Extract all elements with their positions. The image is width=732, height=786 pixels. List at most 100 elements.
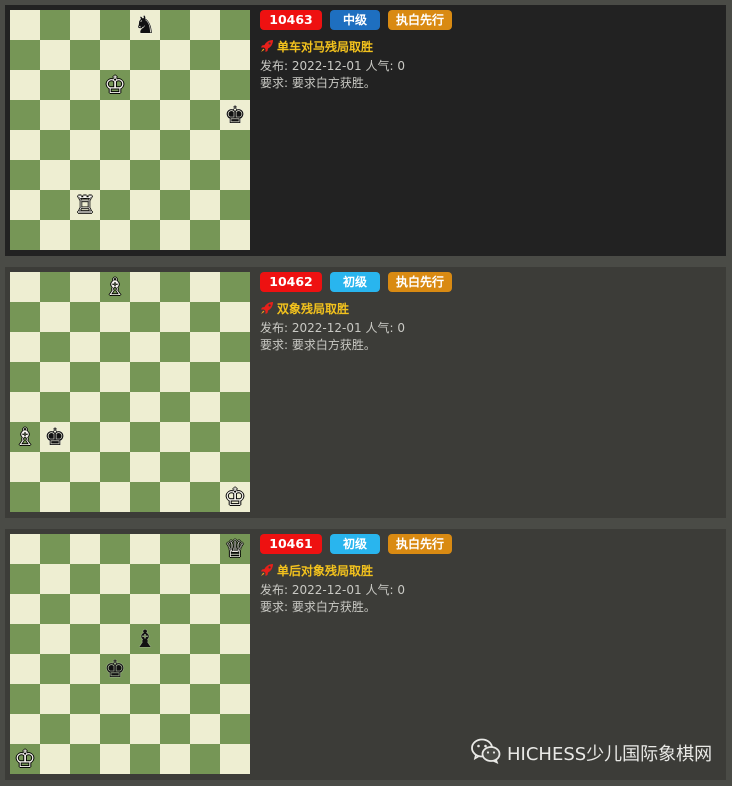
square-h8[interactable] <box>220 10 250 40</box>
square-e8[interactable] <box>130 534 160 564</box>
square-d2[interactable] <box>100 714 130 744</box>
square-g8[interactable] <box>190 10 220 40</box>
square-a5[interactable] <box>10 362 40 392</box>
square-e5[interactable] <box>130 100 160 130</box>
square-a8[interactable] <box>10 10 40 40</box>
square-g4[interactable] <box>190 392 220 422</box>
square-f3[interactable] <box>160 160 190 190</box>
puzzle-card[interactable]: ♞ ♔ ♚ ♖ 10463 中级 执白先行 单车对马残局取胜 发布: 2022-12-… <box>5 5 726 256</box>
square-g2[interactable] <box>190 714 220 744</box>
square-d2[interactable] <box>100 452 130 482</box>
square-e5[interactable] <box>130 362 160 392</box>
chess-board[interactable]: ♕ ♝ ♚ ♔ <box>10 534 250 774</box>
black-king-icon[interactable]: ♚ <box>220 100 250 130</box>
square-e7[interactable] <box>130 40 160 70</box>
square-f6[interactable] <box>160 70 190 100</box>
square-g1[interactable] <box>190 744 220 774</box>
square-c2[interactable] <box>70 452 100 482</box>
square-e6[interactable] <box>130 594 160 624</box>
square-c5[interactable] <box>70 100 100 130</box>
square-a6[interactable] <box>10 332 40 362</box>
square-g6[interactable] <box>190 70 220 100</box>
square-g6[interactable] <box>190 594 220 624</box>
square-c2[interactable] <box>70 714 100 744</box>
square-c4[interactable] <box>70 654 100 684</box>
square-g8[interactable] <box>190 272 220 302</box>
square-d5[interactable] <box>100 362 130 392</box>
square-g5[interactable] <box>190 362 220 392</box>
square-e4[interactable] <box>130 130 160 160</box>
square-c4[interactable] <box>70 130 100 160</box>
square-a1[interactable] <box>10 482 40 512</box>
square-b3[interactable] <box>40 684 70 714</box>
square-b8[interactable] <box>40 534 70 564</box>
square-a5[interactable] <box>10 624 40 654</box>
square-e1[interactable] <box>130 482 160 512</box>
square-h5[interactable] <box>220 624 250 654</box>
square-h3[interactable] <box>220 422 250 452</box>
square-g4[interactable] <box>190 654 220 684</box>
square-h3[interactable] <box>220 160 250 190</box>
square-h1[interactable] <box>220 744 250 774</box>
square-h6[interactable] <box>220 70 250 100</box>
square-b2[interactable] <box>40 190 70 220</box>
square-a1[interactable] <box>10 220 40 250</box>
square-g5[interactable] <box>190 624 220 654</box>
square-d7[interactable] <box>100 302 130 332</box>
square-d5[interactable] <box>100 624 130 654</box>
square-f1[interactable] <box>160 744 190 774</box>
square-b7[interactable] <box>40 564 70 594</box>
square-c8[interactable] <box>70 534 100 564</box>
square-b4[interactable] <box>40 654 70 684</box>
square-a7[interactable] <box>10 302 40 332</box>
white-king-icon[interactable]: ♔ <box>100 70 130 100</box>
square-h2[interactable] <box>220 714 250 744</box>
square-f7[interactable] <box>160 564 190 594</box>
square-g2[interactable] <box>190 190 220 220</box>
puzzle-id-badge[interactable]: 10461 <box>260 534 322 554</box>
square-b7[interactable] <box>40 302 70 332</box>
puzzle-card[interactable]: ♗ ♗ ♚ ♔ 10462 初级 执白先行 双象残局取胜 发布: 2022-12-01… <box>5 267 726 518</box>
square-f2[interactable] <box>160 190 190 220</box>
square-h7[interactable] <box>220 302 250 332</box>
square-d7[interactable] <box>100 564 130 594</box>
square-a1[interactable]: ♔ <box>10 744 40 774</box>
square-c7[interactable] <box>70 302 100 332</box>
square-c2[interactable]: ♖ <box>70 190 100 220</box>
square-e8[interactable] <box>130 272 160 302</box>
square-h7[interactable] <box>220 40 250 70</box>
square-b8[interactable] <box>40 272 70 302</box>
square-b1[interactable] <box>40 482 70 512</box>
square-h2[interactable] <box>220 452 250 482</box>
square-f5[interactable] <box>160 624 190 654</box>
square-d2[interactable] <box>100 190 130 220</box>
square-a4[interactable] <box>10 130 40 160</box>
square-g7[interactable] <box>190 302 220 332</box>
square-b8[interactable] <box>40 10 70 40</box>
white-king-icon[interactable]: ♔ <box>10 744 40 774</box>
square-b2[interactable] <box>40 452 70 482</box>
square-d1[interactable] <box>100 220 130 250</box>
square-h4[interactable] <box>220 654 250 684</box>
square-c5[interactable] <box>70 362 100 392</box>
square-b3[interactable] <box>40 160 70 190</box>
square-a2[interactable] <box>10 452 40 482</box>
square-d5[interactable] <box>100 100 130 130</box>
square-a3[interactable] <box>10 684 40 714</box>
square-a8[interactable] <box>10 534 40 564</box>
square-a6[interactable] <box>10 594 40 624</box>
square-g1[interactable] <box>190 482 220 512</box>
square-f7[interactable] <box>160 302 190 332</box>
square-a4[interactable] <box>10 654 40 684</box>
black-king-icon[interactable]: ♚ <box>40 422 70 452</box>
square-c5[interactable] <box>70 624 100 654</box>
square-f8[interactable] <box>160 534 190 564</box>
square-b5[interactable] <box>40 624 70 654</box>
square-a3[interactable]: ♗ <box>10 422 40 452</box>
square-f7[interactable] <box>160 40 190 70</box>
square-e3[interactable] <box>130 422 160 452</box>
white-bishop-icon[interactable]: ♗ <box>10 422 40 452</box>
square-e1[interactable] <box>130 744 160 774</box>
square-g3[interactable] <box>190 422 220 452</box>
square-a5[interactable] <box>10 100 40 130</box>
